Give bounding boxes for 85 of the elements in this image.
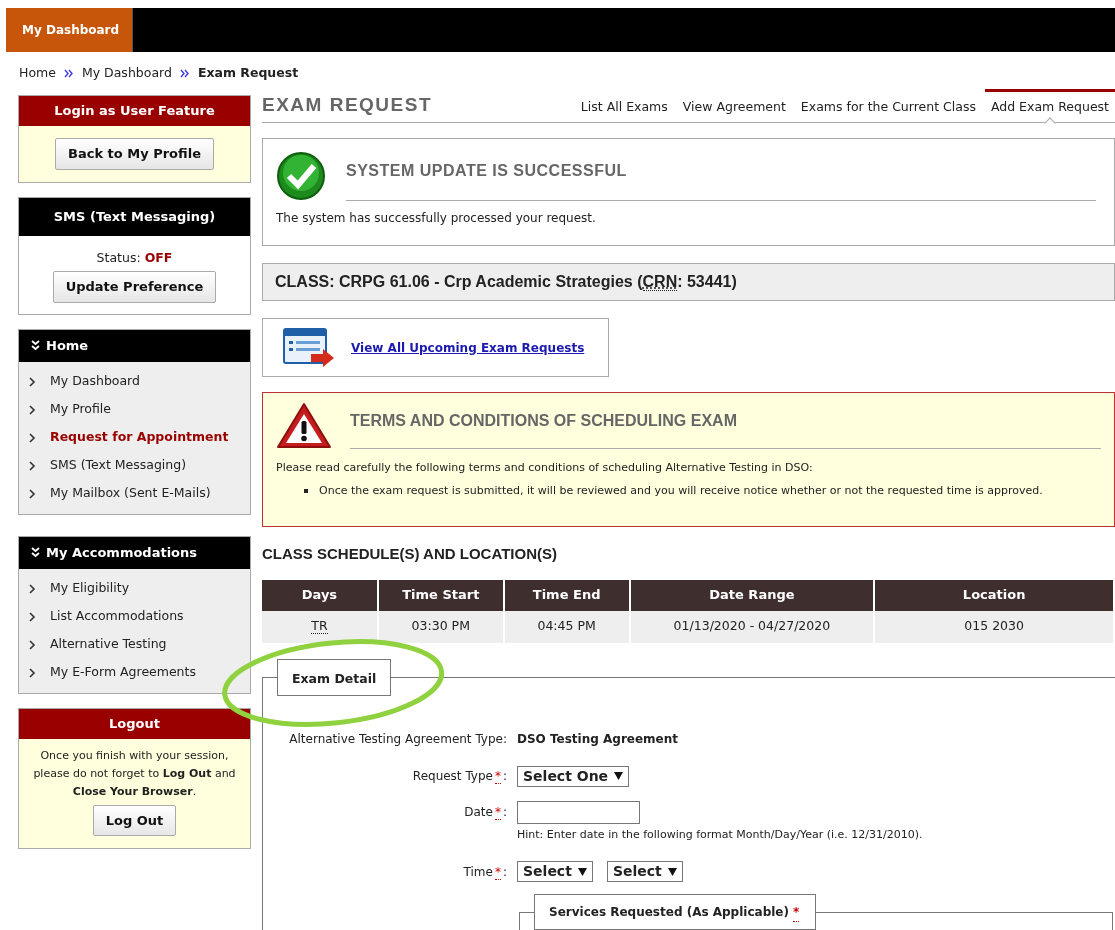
required-mark: * [494, 769, 501, 784]
terms-item: Once the exam request is submitted, it will be reviewed and you will receive notice whether or not the requested time is approved. [319, 482, 1043, 499]
fieldset-legend: Services Requested (As Applicable) [549, 903, 789, 921]
colon: : [502, 805, 507, 819]
menu-item[interactable]: Request for Appointment [50, 428, 229, 448]
warning-icon [276, 402, 332, 450]
tab[interactable]: List All Exams [574, 89, 674, 122]
field-label: Date [464, 805, 493, 819]
upcoming-exams-link[interactable]: View All Upcoming Exam Requests [351, 338, 585, 357]
message-text: The system has successfully processed your request. [276, 210, 597, 227]
colon: : [502, 864, 507, 879]
select-dropdown[interactable]: Select [606, 861, 683, 882]
menu-item[interactable]: My Dashboard [50, 372, 140, 392]
menu-item[interactable]: My E-Form Agreements [50, 663, 196, 683]
menu-item[interactable]: My Profile [50, 400, 112, 420]
menu-title[interactable]: Home [46, 336, 89, 356]
page-title: EXAM REQUEST [262, 92, 433, 117]
column-header: Time Start [377, 579, 504, 611]
dropdown-arrow-icon [667, 867, 677, 876]
chevron-icon [29, 376, 36, 387]
dropdown-arrow-icon [577, 867, 587, 876]
fieldset-legend: Exam Detail [277, 658, 392, 696]
breadcrumb-current: Exam Request [197, 64, 299, 82]
field-label: Alternative Testing Agreement Type: [288, 730, 507, 748]
table-cell: 015 2030 [874, 610, 1114, 643]
terms-title: TERMS AND CONDITIONS OF SCHEDULING EXAM [350, 412, 737, 429]
menu-item[interactable]: Alternative Testing [50, 635, 167, 655]
menu-item[interactable]: SMS (Text Messaging) [50, 456, 187, 476]
chevron-icon [29, 488, 36, 499]
column-header: Days [262, 579, 378, 611]
double-chevron-icon [31, 547, 40, 559]
dropdown-arrow-icon [614, 772, 624, 780]
chevron-icon [29, 583, 36, 594]
double-chevron-icon [63, 68, 74, 78]
field-value: DSO Testing Agreement [517, 730, 679, 748]
back-to-profile-button[interactable]: Back to My Profile [55, 138, 214, 170]
check-icon [276, 151, 326, 201]
status-value: OFF [144, 248, 173, 267]
nav-tab[interactable]: My Dashboard [6, 8, 133, 52]
chevron-icon [29, 404, 36, 415]
terms-intro: Please read carefully the following terms and conditions of scheduling Alternative Testing in DSO: [276, 460, 814, 476]
tab[interactable]: Add Exam Request [984, 89, 1115, 122]
menu-item[interactable]: My Eligibility [50, 579, 130, 599]
double-chevron-icon [179, 68, 190, 78]
tab[interactable]: Exams for the Current Class [794, 89, 982, 122]
chevron-icon [29, 432, 36, 443]
logout-message: Once you finish with your session, please do not forget to Log Out and Close Your Browser. [32, 747, 237, 800]
column-header: Date Range [629, 579, 875, 611]
required-mark: * [792, 902, 800, 922]
date-hint: Hint: Enter date in the following format Month/Day/Year (i.e. 12/31/2010). [517, 826, 924, 843]
table-cell: 04:45 PM [503, 610, 630, 643]
update-preference-button[interactable]: Update Preference [52, 271, 217, 303]
field-label: Time [463, 864, 493, 879]
list-arrow-icon [283, 327, 335, 368]
date-input[interactable] [517, 800, 640, 824]
log-out-button[interactable]: Log Out [92, 804, 177, 837]
required-mark: * [494, 864, 501, 880]
required-mark: * [494, 805, 501, 820]
menu-item[interactable]: My Mailbox (Sent E-Mails) [50, 484, 211, 504]
chevron-icon [29, 667, 36, 678]
select-dropdown[interactable]: Select One [517, 765, 630, 787]
breadcrumb-link[interactable]: Home [19, 64, 56, 83]
tab[interactable]: View Agreement [676, 89, 792, 122]
class-title: CLASS: CRPG 61.06 - Crp Academic Strategies (CRN: 53441) [275, 272, 737, 293]
panel-title: Login as User Feature [19, 96, 250, 126]
menu-item[interactable]: List Accommodations [50, 607, 184, 627]
breadcrumb-link[interactable]: My Dashboard [81, 64, 172, 83]
column-header: Time End [503, 579, 630, 611]
panel-title: Logout [19, 708, 250, 739]
panel-title: SMS (Text Messaging) [19, 197, 250, 236]
bullet-icon [304, 488, 308, 493]
column-header: Location [874, 579, 1114, 611]
chevron-icon [29, 460, 36, 471]
status-label: Status: [96, 248, 141, 267]
chevron-icon [29, 611, 36, 622]
field-label: Request Type [412, 769, 493, 783]
schedule-heading: CLASS SCHEDULE(S) AND LOCATION(S) [262, 544, 558, 564]
table-cell: 01/13/2020 - 04/27/2020 [629, 610, 875, 643]
double-chevron-icon [31, 340, 40, 352]
message-title: SYSTEM UPDATE IS SUCCESSFUL [346, 162, 627, 179]
colon: : [502, 769, 507, 783]
chevron-icon [29, 639, 36, 650]
table-cell: TR [262, 610, 378, 643]
table-cell: 03:30 PM [377, 610, 504, 643]
select-dropdown[interactable]: Select [517, 861, 593, 882]
